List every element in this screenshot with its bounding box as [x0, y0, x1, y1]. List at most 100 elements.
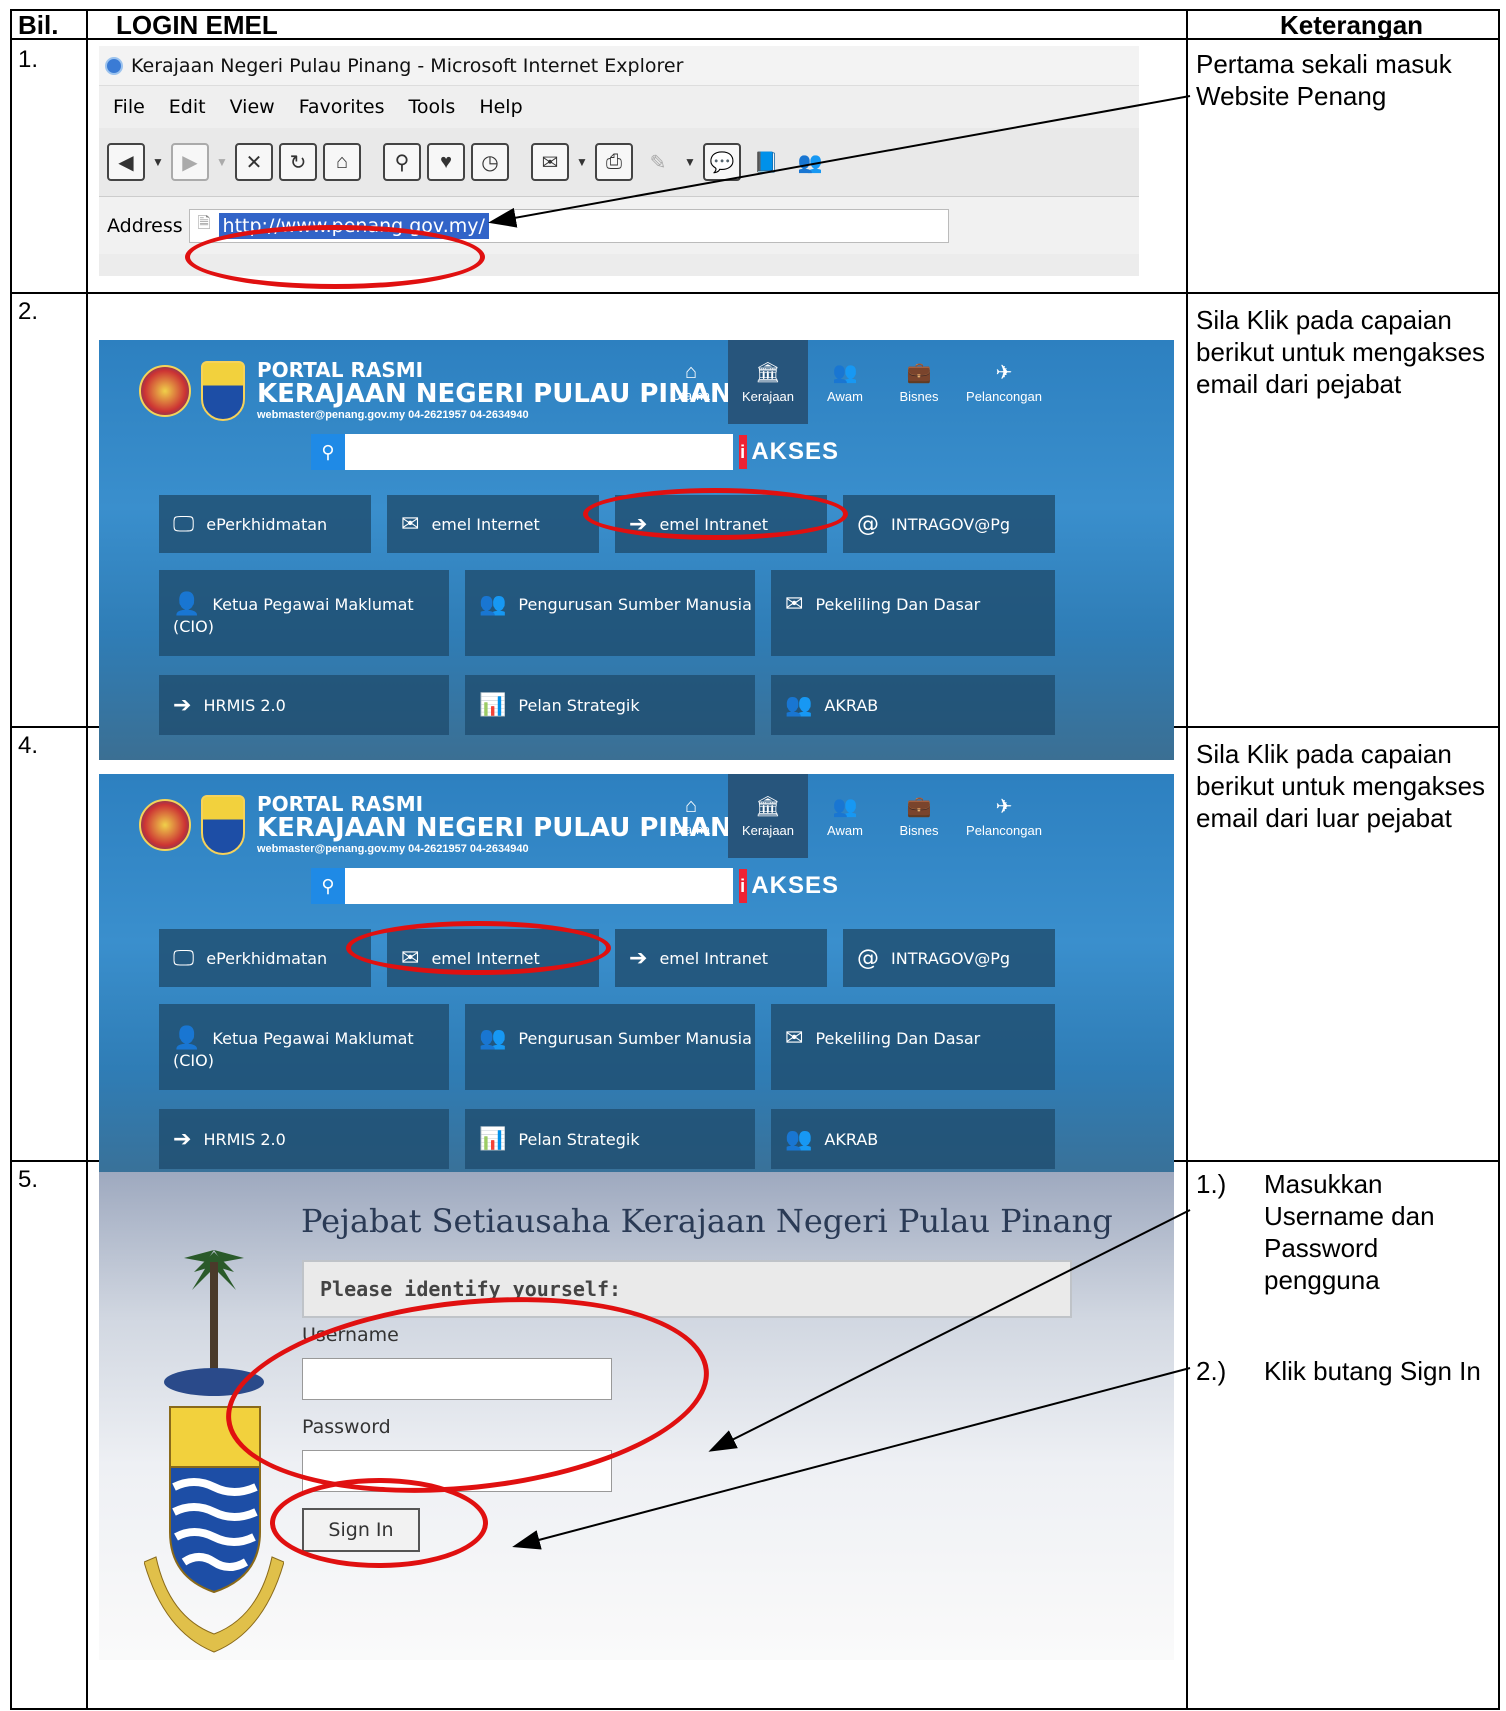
tile-pelan-strategik[interactable]: 📊 Pelan Strategik [465, 1109, 755, 1169]
search-icon[interactable]: ⚲ [311, 868, 345, 904]
favorites-icon[interactable]: ♥ [427, 143, 465, 181]
tile-eperkhidmatan[interactable]: 🖵 ePerkhidmatan [159, 929, 371, 987]
dropdown-arrow-icon[interactable]: ▼ [215, 155, 229, 169]
tile-label-2: (CIO) [173, 617, 214, 636]
forward-icon[interactable]: ▶ [171, 143, 209, 181]
stop-icon[interactable]: ✕ [235, 143, 273, 181]
ie-menubar: File Edit View Favorites Tools Help [99, 86, 1139, 128]
portal-search[interactable]: ⚲ [311, 868, 733, 904]
users-icon: 👥 [479, 1026, 507, 1051]
briefcase-icon: 💼 [906, 796, 932, 818]
tile-emel-intranet[interactable]: ➔ emel Intranet [615, 495, 827, 553]
tile-emel-internet[interactable]: ✉ emel Internet [387, 495, 599, 553]
print-icon[interactable]: ⎙ [595, 143, 633, 181]
mail-icon[interactable]: ✉ [531, 143, 569, 181]
tile-pengurusan[interactable]: 👥 Pengurusan Sumber Manusia [465, 1004, 755, 1090]
user-icon: 👤 [173, 1026, 201, 1051]
nav-kerajaan[interactable]: 🏛 Kerajaan [728, 774, 808, 858]
menu-view[interactable]: View [230, 96, 275, 118]
row-number: 2. [18, 298, 39, 325]
table-border-left [10, 9, 12, 1710]
users-icon: 👥 [832, 796, 858, 818]
table-col-rule [1186, 9, 1188, 1710]
dropdown-arrow-icon[interactable]: ▼ [151, 155, 165, 169]
step-1: 1.) Masukkan Username dan Password pengg… [1196, 1168, 1501, 1296]
dropdown-arrow-icon[interactable]: ▼ [683, 155, 697, 169]
username-field[interactable] [302, 1358, 612, 1400]
malaysia-crest-icon [139, 365, 191, 417]
address-input[interactable]: 🗎 http://www.penang.gov.my/ [188, 208, 949, 243]
tile-pekeliling[interactable]: ✉ Pekeliling Dan Dasar [771, 570, 1055, 656]
portal-nav: ⌂ Utama 🏛 Kerajaan 👥 Awam 💼 Bisnes ✈ Pelancon… [654, 774, 1052, 858]
step-text: Klik butang Sign In [1264, 1356, 1481, 1386]
research-icon[interactable]: 📘 [747, 143, 785, 181]
back-icon[interactable]: ◀ [107, 143, 145, 181]
tile-hrmis[interactable]: ➔ HRMIS 2.0 [159, 675, 449, 735]
tile-ketua-pegawai[interactable]: 👤 Ketua Pegawai Maklumat (CIO) [159, 570, 449, 656]
nav-bisnes[interactable]: 💼 Bisnes [882, 340, 956, 424]
tile-intragov[interactable]: @ INTRAGOV@Pg [843, 495, 1055, 553]
nav-awam[interactable]: 👥 Awam [808, 774, 882, 858]
address-url[interactable]: http://www.penang.gov.my/ [218, 212, 489, 239]
nav-kerajaan[interactable]: 🏛 Kerajaan [728, 340, 808, 424]
edit-icon[interactable]: ✎ [639, 143, 677, 181]
menu-favorites[interactable]: Favorites [299, 96, 385, 118]
tile-label: HRMIS 2.0 [203, 695, 286, 715]
nav-pelancongan[interactable]: ✈ Pelancongan [956, 774, 1052, 858]
table-col-rule [86, 9, 88, 1710]
nav-utama[interactable]: ⌂ Utama [654, 340, 728, 424]
tile-eperkhidmatan[interactable]: 🖵 ePerkhidmatan [159, 495, 371, 553]
nav-bisnes[interactable]: 💼 Bisnes [882, 774, 956, 858]
nav-awam[interactable]: 👥 Awam [808, 340, 882, 424]
nav-label: Awam [827, 389, 863, 404]
akses-logo: i AKSES [739, 868, 839, 904]
tile-emel-intranet[interactable]: ➔ emel Intranet [615, 929, 827, 987]
tile-label: emel Intranet [659, 514, 769, 534]
envelope-icon: ✉ [401, 945, 420, 971]
step-text: Masukkan Username dan Password pengguna [1264, 1169, 1435, 1295]
portal-screenshot-intranet: PORTAL RASMI KERAJAAN NEGERI PULAU PINAN… [99, 340, 1174, 760]
tile-ketua-pegawai[interactable]: 👤 Ketua Pegawai Maklumat (CIO) [159, 1004, 449, 1090]
sign-in-button[interactable]: Sign In [302, 1508, 420, 1552]
menu-help[interactable]: Help [479, 96, 522, 118]
dropdown-arrow-icon[interactable]: ▼ [575, 155, 589, 169]
home-icon[interactable]: ⌂ [323, 143, 361, 181]
row-description: Sila Klik pada capaian berikut untuk men… [1196, 739, 1486, 833]
messenger-icon[interactable]: 👥 [791, 143, 829, 181]
penang-crest-icon [201, 361, 245, 421]
history-icon[interactable]: ◷ [471, 143, 509, 181]
tile-label: INTRAGOV@Pg [891, 948, 1011, 968]
tile-emel-internet[interactable]: ✉ emel Internet [387, 929, 599, 987]
login-screenshot: Pejabat Setiausaha Kerajaan Negeri Pulau… [99, 1172, 1174, 1660]
sign-in-icon: ➔ [629, 945, 648, 971]
nav-label: Bisnes [899, 823, 939, 838]
tile-pekeliling[interactable]: ✉ Pekeliling Dan Dasar [771, 1004, 1055, 1090]
tile-pengurusan[interactable]: 👥 Pengurusan Sumber Manusia [465, 570, 755, 656]
users-icon: 👥 [479, 592, 507, 617]
discuss-icon[interactable]: 💬 [703, 143, 741, 181]
tile-akrab[interactable]: 👥 AKRAB [771, 675, 1055, 735]
malaysia-crest-icon [139, 799, 191, 851]
refresh-icon[interactable]: ↻ [279, 143, 317, 181]
nav-label: Awam [827, 823, 863, 838]
tile-intragov[interactable]: @ INTRAGOV@Pg [843, 929, 1055, 987]
users-icon: 👥 [832, 362, 858, 384]
tile-pelan-strategik[interactable]: 📊 Pelan Strategik [465, 675, 755, 735]
nav-pelancongan[interactable]: ✈ Pelancongan [956, 340, 1052, 424]
header-login-emel: LOGIN EMEL [116, 10, 278, 40]
menu-file[interactable]: File [113, 96, 145, 118]
search-icon[interactable]: ⚲ [383, 143, 421, 181]
tile-label: Pelan Strategik [518, 695, 640, 715]
envelope-icon: ✉ [785, 1026, 804, 1051]
portal-search[interactable]: ⚲ [311, 434, 733, 470]
search-icon[interactable]: ⚲ [311, 434, 345, 470]
at-icon: @ [857, 511, 879, 537]
menu-edit[interactable]: Edit [169, 96, 206, 118]
tile-hrmis[interactable]: ➔ HRMIS 2.0 [159, 1109, 449, 1169]
sign-in-icon: ➔ [173, 692, 192, 718]
menu-tools[interactable]: Tools [409, 96, 456, 118]
password-field[interactable] [302, 1450, 612, 1492]
nav-utama[interactable]: ⌂ Utama [654, 774, 728, 858]
portal-nav: ⌂ Utama 🏛 Kerajaan 👥 Awam 💼 Bisnes ✈ Pelancon… [654, 340, 1052, 424]
tile-akrab[interactable]: 👥 AKRAB [771, 1109, 1055, 1169]
